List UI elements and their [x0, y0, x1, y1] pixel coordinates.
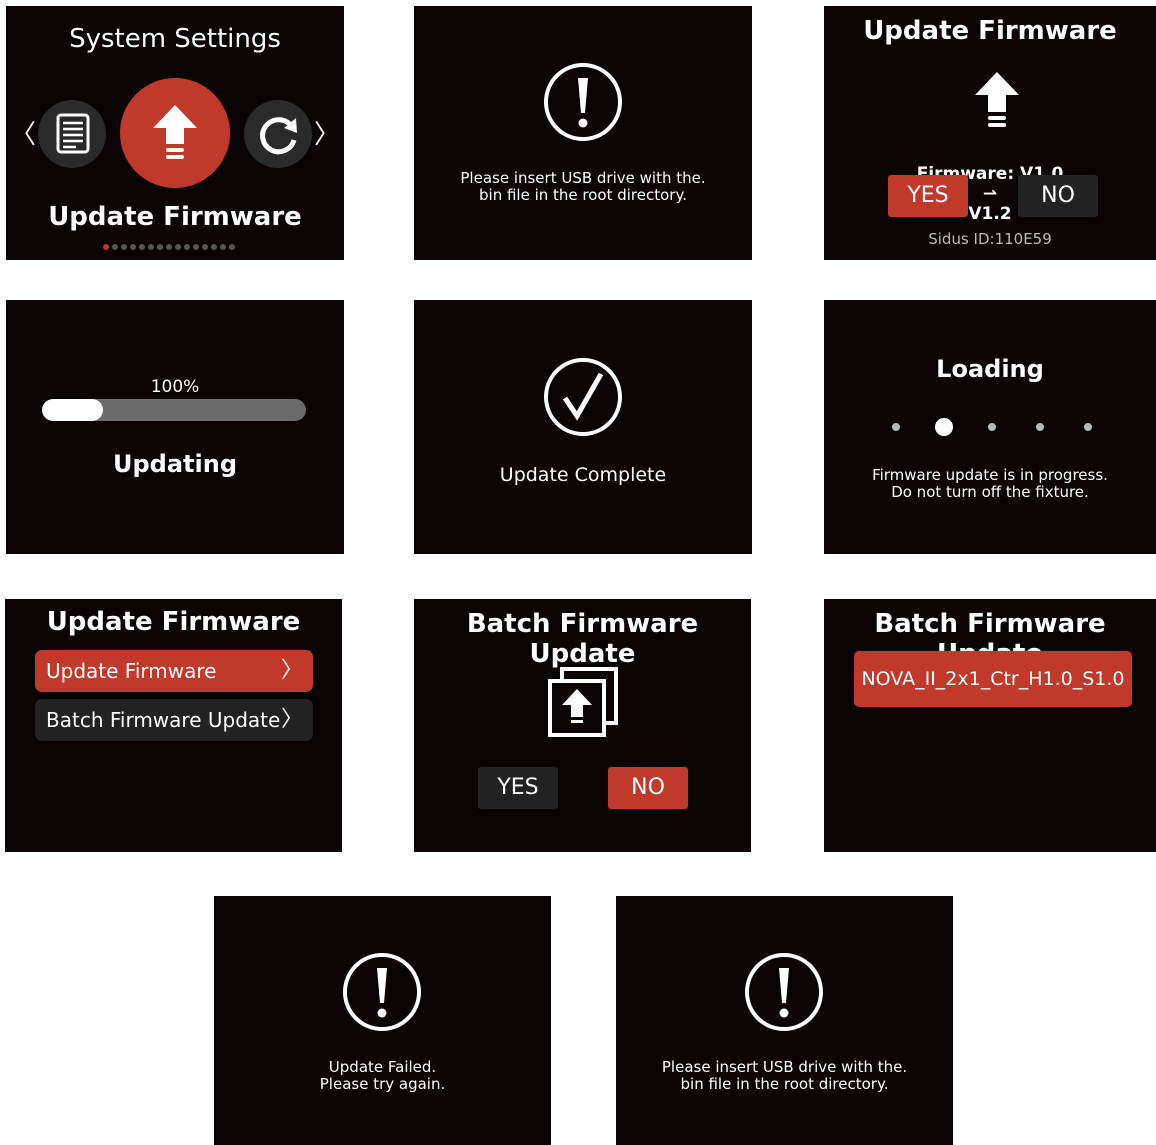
menu-item-update-firmware[interactable]: Update Firmware 〉	[35, 650, 313, 692]
screen-update-menu: Update Firmware Update Firmware 〉 Batch …	[5, 599, 342, 852]
screen-updating: 100% Updating	[6, 300, 344, 554]
page-dot	[148, 244, 154, 250]
version-arrow: ⇀	[982, 184, 998, 204]
batch-upload-icon	[548, 667, 618, 737]
page-dot	[193, 244, 199, 250]
complete-message: Update Complete	[499, 464, 667, 486]
screen-update-complete: Update Complete	[414, 300, 752, 554]
page-dot	[166, 244, 172, 250]
loading-message: Firmware update is in progress. Do not t…	[872, 466, 1108, 501]
refresh-icon-graphic	[260, 117, 297, 155]
screen-insert-usb: Please insert USB drive with the. bin fi…	[414, 6, 752, 260]
loading-dot-active	[935, 418, 953, 436]
progress-text: 100%	[150, 377, 200, 397]
screen-update-failed: Update Failed. Please try again.	[214, 896, 551, 1145]
yes-button[interactable]: YES	[478, 767, 558, 809]
usb-message: Please insert USB drive with the. bin fi…	[661, 1058, 908, 1093]
progress-fill	[42, 399, 103, 421]
failed-message: Update Failed. Please try again.	[319, 1058, 446, 1093]
page-dot	[229, 244, 235, 250]
no-button[interactable]: NO	[608, 767, 688, 809]
page-indicator-dots	[103, 244, 235, 250]
firmware-file-item[interactable]: NOVA_II_2x1_Ctr_H1.0_S1.0	[854, 651, 1132, 707]
page-dot	[220, 244, 226, 250]
upload-arrow-icon	[975, 72, 1019, 127]
warning-icon	[544, 63, 622, 141]
screen-title: Update Firmware	[863, 16, 1117, 46]
chevron-right-icon: 〉	[280, 707, 303, 732]
status-label: Updating	[112, 450, 237, 478]
warning-icon	[745, 953, 823, 1031]
page-dot	[175, 244, 181, 250]
firmware-version-line: Firmware: V1.0 ⇀ V1.2	[824, 144, 1156, 224]
screen-loading: Loading Firmware update is in progress. …	[824, 300, 1156, 554]
page-dot	[211, 244, 217, 250]
screen-batch-file: Batch Firmware Update NOVA_II_2x1_Ctr_H1…	[824, 599, 1156, 852]
check-icon	[544, 358, 622, 436]
page-dot	[157, 244, 163, 250]
screen-title: Loading	[936, 355, 1044, 383]
page-dot-active	[103, 244, 109, 250]
chevron-right-icon: 〉	[280, 658, 303, 683]
no-button[interactable]: NO	[1018, 175, 1098, 217]
usb-message: Please insert USB drive with the. bin fi…	[460, 169, 706, 204]
loading-dot	[892, 423, 900, 431]
screen-system-settings: System Settings 〈 〉 Update Firmware	[6, 6, 344, 260]
document-icon[interactable]	[38, 100, 106, 168]
screen-update-confirm: Update Firmware Firmware: V1.0 ⇀ V1.2 YE…	[824, 6, 1156, 260]
screen-title: Batch Firmware Update	[466, 609, 699, 669]
menu-item-batch-firmware-update[interactable]: Batch Firmware Update 〉	[35, 699, 313, 741]
screen-insert-usb-2: Please insert USB drive with the. bin fi…	[616, 896, 953, 1145]
refresh-icon[interactable]	[244, 100, 312, 168]
document-icon-graphic	[56, 113, 90, 154]
carousel-right-arrow[interactable]: 〉	[314, 114, 340, 151]
screen-title: System Settings	[69, 24, 281, 54]
menu-item-label: Update Firmware	[46, 659, 217, 683]
yes-button[interactable]: YES	[888, 175, 968, 217]
screen-batch-confirm: Batch Firmware Update YES NO	[414, 599, 751, 852]
loading-dot	[988, 423, 996, 431]
page-dot	[121, 244, 127, 250]
loading-dots	[892, 418, 1092, 436]
page-dot	[130, 244, 136, 250]
upload-arrow-icon-graphic	[153, 105, 197, 159]
upload-arrow-icon[interactable]	[120, 78, 230, 188]
page-dot	[184, 244, 190, 250]
page-dot	[139, 244, 145, 250]
loading-dot	[1036, 423, 1044, 431]
progress-track	[42, 399, 306, 421]
selected-item-label: Update Firmware	[48, 202, 302, 232]
warning-icon	[343, 953, 421, 1031]
menu-item-label: Batch Firmware Update	[46, 708, 281, 732]
sidus-id: Sidus ID:110E59	[928, 230, 1052, 248]
firmware-target: V1.2	[968, 204, 1012, 224]
carousel-left-arrow[interactable]: 〈	[10, 114, 36, 151]
loading-dot	[1084, 423, 1092, 431]
page-dot	[112, 244, 118, 250]
page-dot	[202, 244, 208, 250]
screen-title: Update Firmware	[46, 607, 301, 637]
